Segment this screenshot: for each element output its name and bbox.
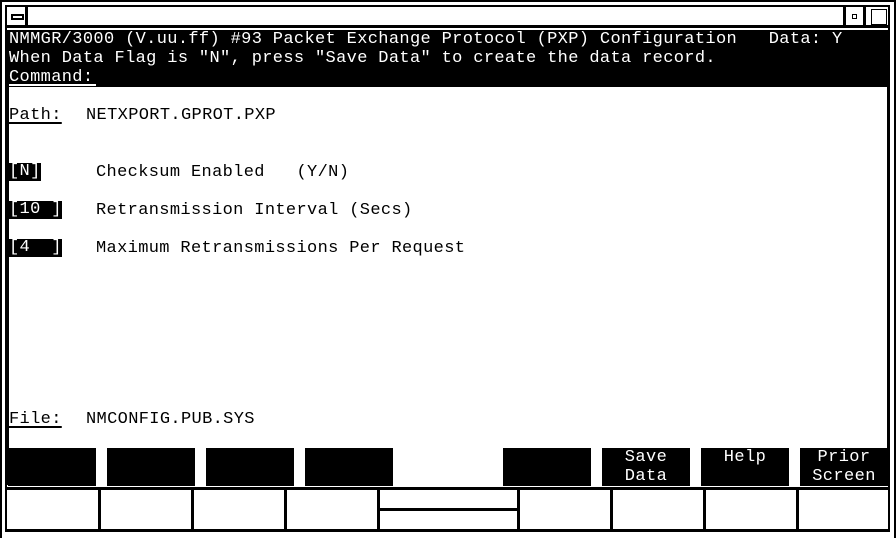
prior-screen-softkey[interactable]: Prior Screen [800,448,888,486]
fkey-cell-5[interactable] [520,490,610,529]
retransmission-interval-label: Retransmission Interval (Secs) [96,201,413,220]
checksum-enabled-label: Checksum Enabled (Y/N) [96,163,350,182]
file-label: File: [9,410,62,429]
softkey-f2[interactable] [107,448,195,486]
fkey-cell-4[interactable] [287,490,377,529]
save-data-line2: Data [624,467,668,486]
system-menu-icon [11,14,24,20]
title-bar[interactable] [7,7,888,28]
minimize-icon [852,14,857,19]
retransmission-interval-field[interactable]: [10 ] [9,201,62,219]
max-retransmissions-label: Maximum Retransmissions Per Request [96,239,466,258]
fkey-cell-8[interactable] [799,490,886,529]
header-instruction-line: When Data Flag is "N", press "Save Data"… [9,49,716,68]
maximize-icon[interactable] [871,9,887,25]
softkey-f4[interactable] [305,448,393,486]
max-retransmissions-field[interactable]: [4 ] [9,239,62,257]
help-line1: Help [723,448,767,467]
fkey-cell-6[interactable] [613,490,703,529]
path-label: Path: [9,106,62,125]
fkey-cell-2[interactable] [101,490,191,529]
prior-screen-line2: Screen [812,467,876,486]
fkey-cell-center-bottom[interactable] [380,511,517,529]
help-softkey[interactable]: Help [701,448,789,486]
screen-header: NMMGR/3000 (V.uu.ff) #93 Packet Exchange… [9,30,887,87]
fkey-cell-center-top[interactable] [380,490,517,508]
softkey-f6[interactable] [503,448,591,486]
header-title-line: NMMGR/3000 (V.uu.ff) #93 Packet Exchange… [9,30,843,49]
fkey-cell-1[interactable] [9,490,98,529]
prior-screen-line1: Prior [817,448,871,467]
fkey-cell-3[interactable] [194,490,284,529]
save-data-softkey[interactable]: Save Data [602,448,690,486]
path-value: NETXPORT.GPROT.PXP [86,106,276,125]
right-border [887,30,889,485]
save-data-line1: Save [624,448,668,467]
fkey-cell-7[interactable] [706,490,796,529]
command-input[interactable] [97,68,877,87]
command-underline [9,84,96,86]
softkey-f3[interactable] [206,448,294,486]
softkey-f1[interactable] [8,448,96,486]
file-value: NMCONFIG.PUB.SYS [86,410,255,429]
checksum-enabled-field[interactable]: [N] [9,163,41,181]
